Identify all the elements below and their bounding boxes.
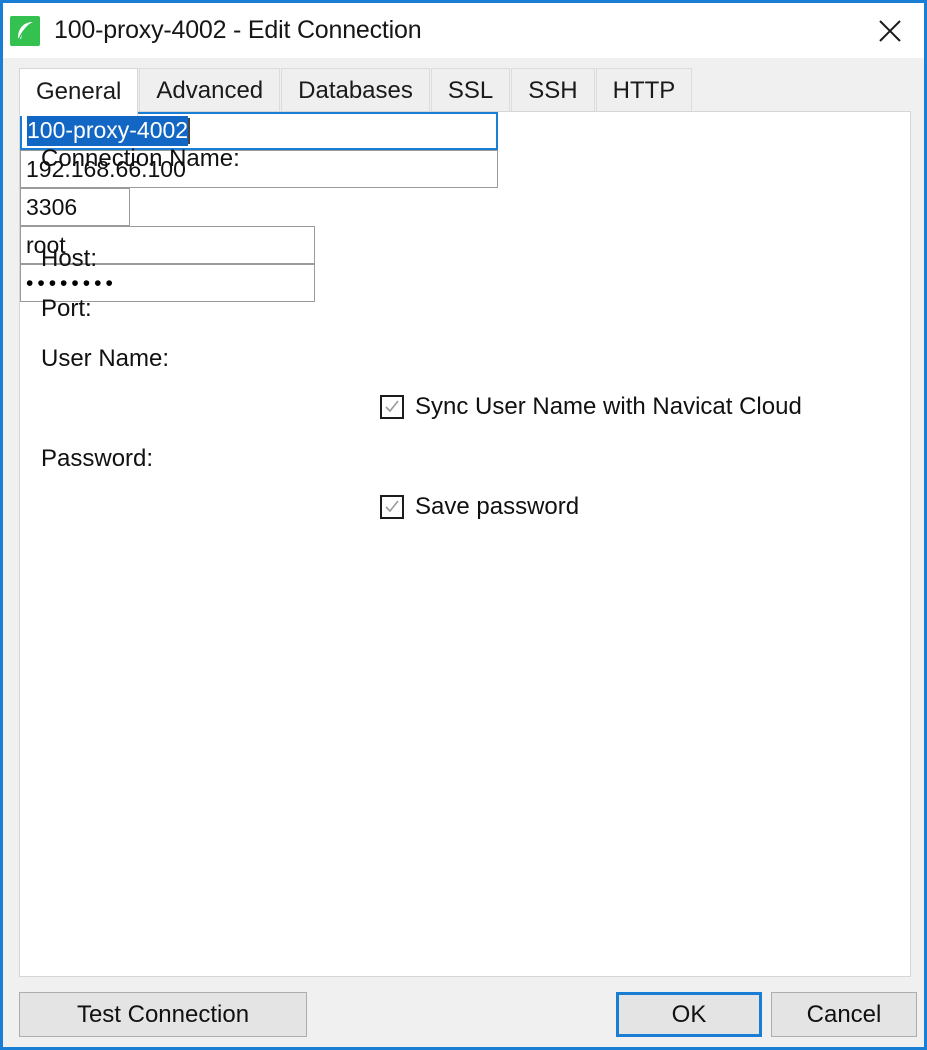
- ok-button[interactable]: OK: [616, 992, 762, 1037]
- port-input[interactable]: 3306: [20, 188, 130, 226]
- text-caret: [188, 118, 191, 144]
- tab-ssh[interactable]: SSH: [511, 68, 595, 113]
- cancel-label: Cancel: [806, 1000, 882, 1028]
- port-label-row: Port:: [41, 295, 92, 323]
- tab-http-label: HTTP: [612, 77, 676, 104]
- port-value: 3306: [26, 193, 78, 220]
- save-password-checkbox-row[interactable]: Save password: [380, 493, 579, 521]
- connection-name-value: 100-proxy-4002: [27, 116, 189, 146]
- tab-ssh-label: SSH: [528, 77, 578, 104]
- connection-name-label: Connection Name:: [41, 145, 240, 172]
- sync-user-name-checkbox-row[interactable]: Sync User Name with Navicat Cloud: [380, 393, 802, 421]
- ok-label: OK: [671, 1000, 707, 1028]
- host-label-row: Host:: [41, 245, 97, 273]
- save-password-label: Save password: [415, 493, 580, 520]
- password-label: Password:: [41, 445, 154, 472]
- host-label: Host:: [41, 245, 98, 272]
- title-bar: 100-proxy-4002 - Edit Connection: [3, 3, 924, 58]
- edit-connection-dialog: 100-proxy-4002 - Edit Connection General…: [0, 0, 927, 1050]
- tab-general[interactable]: General: [19, 68, 139, 116]
- tab-strip: General Advanced Databases SSL SSH HTTP: [3, 58, 924, 116]
- tab-databases[interactable]: Databases: [281, 68, 430, 113]
- close-icon[interactable]: [856, 3, 924, 58]
- general-tab-panel: Connection Name: 100-proxy-4002 Host: 19…: [19, 111, 911, 977]
- navicat-leaf-icon: [10, 15, 40, 46]
- port-label: Port:: [41, 295, 92, 322]
- password-value: ••••••••: [26, 271, 117, 295]
- dialog-footer: Test Connection OK Cancel: [3, 981, 924, 1047]
- tab-general-label: General: [36, 78, 122, 105]
- checkbox-icon[interactable]: [380, 395, 404, 419]
- user-name-label-row: User Name:: [41, 345, 169, 373]
- cancel-button[interactable]: Cancel: [771, 992, 917, 1037]
- test-connection-label: Test Connection: [76, 1000, 250, 1028]
- user-name-label: User Name:: [41, 345, 170, 372]
- tab-ssl[interactable]: SSL: [430, 68, 511, 113]
- password-label-row: Password:: [41, 445, 153, 473]
- connection-name-label-row: Connection Name:: [41, 145, 240, 173]
- tab-advanced[interactable]: Advanced: [139, 68, 281, 113]
- tab-advanced-label: Advanced: [156, 77, 264, 104]
- tab-ssl-label: SSL: [447, 77, 494, 104]
- checkbox-icon[interactable]: [380, 495, 404, 519]
- sync-user-name-label: Sync User Name with Navicat Cloud: [415, 393, 802, 420]
- test-connection-button[interactable]: Test Connection: [19, 992, 307, 1037]
- tab-http[interactable]: HTTP: [595, 68, 693, 113]
- window-title: 100-proxy-4002 - Edit Connection: [54, 16, 422, 44]
- tab-databases-label: Databases: [298, 77, 413, 104]
